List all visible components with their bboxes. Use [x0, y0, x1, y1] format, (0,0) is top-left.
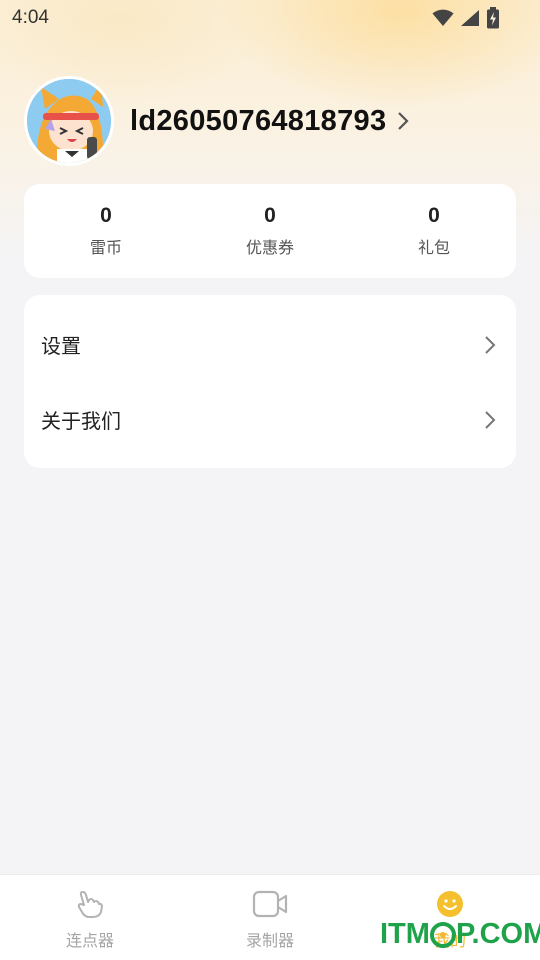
- stat-value: 0: [264, 204, 276, 227]
- stats-card: 0 雷币 0 优惠券 0 礼包: [24, 184, 516, 278]
- chevron-right-icon[interactable]: [396, 111, 410, 131]
- avatar[interactable]: [24, 76, 114, 166]
- watermark: ITM P.COM: [380, 918, 540, 951]
- nav-label: 连点器: [65, 931, 114, 950]
- status-time: 4:04: [12, 7, 49, 28]
- smiley-face-icon: [437, 891, 463, 917]
- stat-label: 雷币: [89, 238, 122, 257]
- stat-coupons[interactable]: 0 优惠券: [210, 204, 330, 258]
- wifi-icon: [432, 9, 454, 26]
- username[interactable]: ld26050764818793: [130, 105, 386, 138]
- cellular-signal-icon: [461, 10, 479, 26]
- stat-value: 0: [428, 204, 440, 227]
- menu-item-settings[interactable]: 设置: [24, 307, 516, 382]
- stat-gift-packs[interactable]: 0 礼包: [374, 204, 494, 258]
- video-camera-icon: [252, 890, 288, 918]
- pointer-hand-icon: [77, 891, 103, 918]
- chevron-right-icon: [485, 335, 496, 354]
- status-icons: [432, 7, 500, 29]
- avatar-image: [27, 79, 111, 163]
- stat-coins[interactable]: 0 雷币: [46, 204, 166, 258]
- watermark-text-right: P.COM: [455, 918, 540, 950]
- stat-value: 0: [100, 204, 112, 227]
- battery-charging-icon: [487, 7, 499, 29]
- nav-item-recorder[interactable]: 录制器: [180, 875, 360, 960]
- nav-item-clicker[interactable]: 连点器: [0, 875, 180, 960]
- menu-label: 关于我们: [41, 409, 121, 433]
- menu-label: 设置: [41, 334, 81, 358]
- chevron-right-icon: [485, 410, 496, 429]
- stat-label: 优惠券: [245, 238, 294, 257]
- status-bar: 4:04: [0, 0, 540, 36]
- nav-label: 录制器: [245, 931, 294, 950]
- watermark-text-left: ITM: [380, 918, 430, 950]
- menu-card: 设置 关于我们: [24, 295, 516, 468]
- watermark-o-logo-icon: [429, 921, 456, 948]
- stat-label: 礼包: [417, 238, 450, 257]
- menu-item-about-us[interactable]: 关于我们: [24, 382, 516, 457]
- profile-header[interactable]: ld26050764818793: [24, 76, 410, 166]
